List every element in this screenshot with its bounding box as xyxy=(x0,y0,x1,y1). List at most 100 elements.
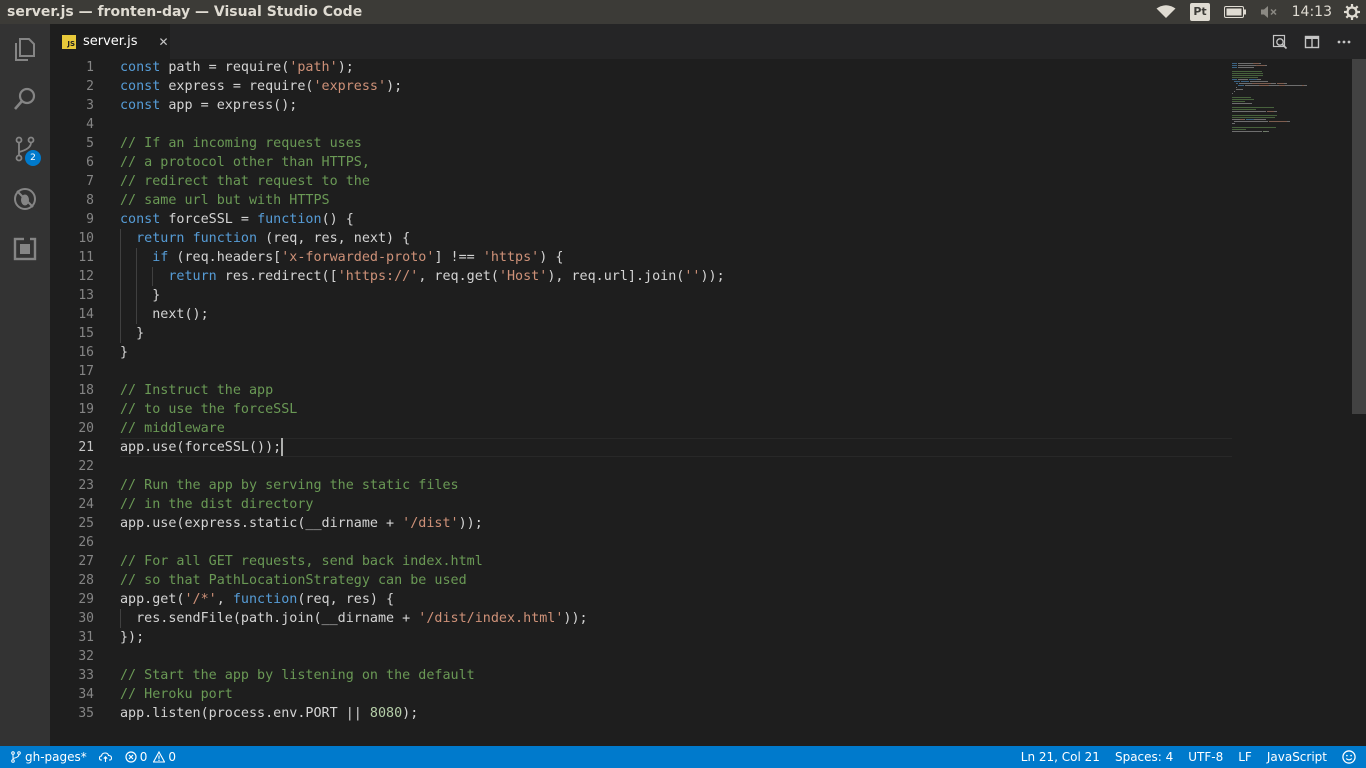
code-line[interactable]: // redirect that request to the xyxy=(120,172,370,191)
code-line[interactable]: if (req.headers['x-forwarded-proto'] !==… xyxy=(120,248,563,267)
minimap-line xyxy=(1232,73,1263,74)
line-number: 21 xyxy=(78,440,94,455)
code-line[interactable]: // middleware xyxy=(120,419,225,438)
status-bar: gh-pages* 0 0 Ln 21, Col 21 Spaces: 4 UT… xyxy=(0,746,1366,768)
branch-status[interactable]: gh-pages* xyxy=(10,746,87,768)
code-line[interactable]: const express = require('express'); xyxy=(120,77,402,96)
code-line[interactable]: app.get('/*', function(req, res) { xyxy=(120,590,394,609)
code-line[interactable]: } xyxy=(120,343,128,362)
activity-debug[interactable] xyxy=(0,174,50,224)
activity-explorer[interactable] xyxy=(0,24,50,74)
line-number: 15 xyxy=(78,326,94,341)
feedback-smiley-icon[interactable] xyxy=(1342,746,1356,768)
activity-search[interactable] xyxy=(0,74,50,124)
minimap-line xyxy=(1232,101,1245,102)
code-line[interactable]: // Heroku port xyxy=(120,685,233,704)
language-mode[interactable]: JavaScript xyxy=(1267,746,1327,768)
sync-icon[interactable] xyxy=(98,746,113,768)
line-number: 11 xyxy=(78,250,94,265)
minimap-line xyxy=(1246,119,1254,120)
line-number: 4 xyxy=(86,117,94,132)
code-line[interactable]: }); xyxy=(120,628,144,647)
search-icon xyxy=(14,87,36,110)
code-line[interactable]: // Start the app by listening on the def… xyxy=(120,666,475,685)
code-line[interactable]: // in the dist directory xyxy=(120,495,313,514)
code-line[interactable]: res.sendFile(path.join(__dirname + '/dis… xyxy=(120,609,588,628)
code-line[interactable]: } xyxy=(120,286,160,305)
minimap-line xyxy=(1232,107,1274,108)
minimap-line xyxy=(1232,129,1246,130)
activity-bar: 2 xyxy=(0,24,50,746)
encoding-status[interactable]: UTF-8 xyxy=(1188,746,1223,768)
activity-extensions[interactable] xyxy=(0,224,50,274)
code-line[interactable]: next(); xyxy=(120,305,208,324)
tab-bar: JS server.js ✕ xyxy=(50,24,1366,59)
minimap-line xyxy=(1249,79,1257,80)
code-line[interactable]: // so that PathLocationStrategy can be u… xyxy=(120,571,467,590)
problems-status[interactable]: 0 0 xyxy=(125,746,176,768)
keyboard-layout-indicator[interactable]: Pt xyxy=(1190,0,1210,24)
code-line[interactable]: return res.redirect(['https://', req.get… xyxy=(120,267,724,286)
code-line[interactable]: // If an incoming request uses xyxy=(120,134,362,153)
code-line[interactable]: app.listen(process.env.PORT || 8080); xyxy=(120,704,418,723)
code-line[interactable]: const path = require('path'); xyxy=(120,59,354,77)
js-file-icon: JS xyxy=(62,34,76,49)
activity-source-control[interactable]: 2 xyxy=(0,124,50,174)
code-line[interactable]: } xyxy=(120,324,144,343)
line-number: 26 xyxy=(78,535,94,550)
code-line[interactable]: // a protocol other than HTTPS, xyxy=(120,153,370,172)
code-line[interactable]: // to use the forceSSL xyxy=(120,400,297,419)
minimap-line xyxy=(1232,71,1262,72)
line-number: 18 xyxy=(78,383,94,398)
code-editor[interactable]: 1 2 3 4 5 6 7 8 9 10 11 12 13 14 15 16 17 18 19 20 21 22 23 24 2… xyxy=(50,59,1366,746)
warning-count: 0 xyxy=(168,750,177,764)
code-line[interactable]: app.use(forceSSL()); xyxy=(120,438,281,457)
line-number: 34 xyxy=(78,687,94,702)
cursor-position[interactable]: Ln 21, Col 21 xyxy=(1021,746,1100,768)
close-icon[interactable]: ✕ xyxy=(158,35,168,49)
code-line[interactable]: // Instruct the app xyxy=(120,381,273,400)
minimap-line xyxy=(1287,121,1290,122)
line-number: 22 xyxy=(78,459,94,474)
more-actions-icon[interactable] xyxy=(1328,24,1360,59)
minimap-line xyxy=(1232,123,1235,124)
code-line[interactable]: const app = express(); xyxy=(120,96,297,115)
line-number: 23 xyxy=(78,478,94,493)
code-line[interactable]: // same url but with HTTPS xyxy=(120,191,330,210)
eol-status[interactable]: LF xyxy=(1238,746,1252,768)
current-line-highlight xyxy=(120,438,1232,457)
minimap-line xyxy=(1241,81,1249,82)
indent-guide xyxy=(120,229,121,343)
minimap-line xyxy=(1285,85,1302,86)
code-line[interactable]: app.use(express.static(__dirname + '/dis… xyxy=(120,514,483,533)
line-number: 3 xyxy=(86,98,94,113)
code-line[interactable]: const forceSSL = function() { xyxy=(120,210,354,229)
code-line[interactable]: // For all GET requests, send back index… xyxy=(120,552,483,571)
open-changes-icon[interactable] xyxy=(1264,24,1296,59)
minimap-line xyxy=(1284,83,1287,84)
split-editor-icon[interactable] xyxy=(1296,24,1328,59)
scrollbar-thumb[interactable] xyxy=(1352,59,1366,414)
minimap-line xyxy=(1236,87,1237,88)
vertical-scrollbar[interactable] xyxy=(1352,59,1366,746)
minimap-line xyxy=(1267,131,1269,132)
minimap[interactable] xyxy=(1230,59,1350,746)
code-line[interactable]: return function (req, res, next) { xyxy=(120,229,410,248)
branch-name: gh-pages* xyxy=(25,750,87,764)
tab-server-js[interactable]: JS server.js ✕ xyxy=(50,24,170,59)
minimap-line xyxy=(1269,85,1279,86)
clock[interactable]: 14:13 xyxy=(1292,0,1332,24)
settings-gear-icon[interactable] xyxy=(1344,0,1360,24)
code-line[interactable]: // Run the app by serving the static fil… xyxy=(120,476,459,495)
battery-icon[interactable] xyxy=(1223,0,1246,24)
minimap-line xyxy=(1236,83,1238,84)
source-control-badge: 2 xyxy=(25,150,41,166)
wifi-icon[interactable] xyxy=(1156,0,1176,24)
window-title: server.js — fronten-day — Visual Studio … xyxy=(7,4,363,20)
git-branch-icon xyxy=(11,751,21,763)
line-number: 13 xyxy=(78,288,94,303)
indentation-status[interactable]: Spaces: 4 xyxy=(1115,746,1173,768)
files-icon xyxy=(15,38,35,61)
volume-muted-icon[interactable] xyxy=(1260,0,1278,24)
minimap-line xyxy=(1232,115,1277,116)
